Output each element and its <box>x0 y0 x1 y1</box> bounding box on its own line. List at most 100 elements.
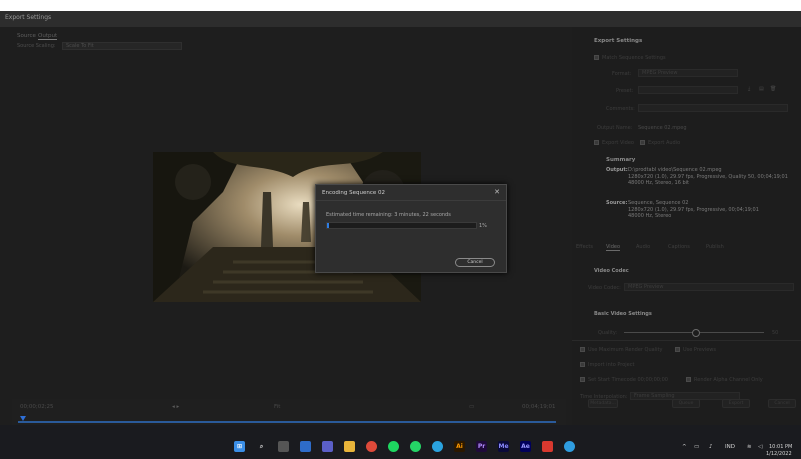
output-name-link[interactable]: Sequence 02.mpeg <box>638 125 687 131</box>
export-settings-heading: Export Settings <box>594 38 643 44</box>
source-line-audio: 48000 Hz, Stereo <box>628 213 672 219</box>
match-sequence-checkbox[interactable] <box>594 55 599 60</box>
language-indicator[interactable]: IND <box>725 444 735 450</box>
tab-output[interactable]: Output <box>38 33 58 40</box>
preset-label: Preset: <box>616 88 634 94</box>
wifi-icon[interactable]: ≋ <box>747 444 752 450</box>
export-video-checkbox[interactable] <box>594 140 599 145</box>
quality-slider-thumb[interactable] <box>692 329 700 337</box>
taskbar: ⊞ ⌕ Ai Pr Me Ae ^ ▭ ♪ IND ≋ ◁ 10:01 PM 1… <box>0 425 801 459</box>
output-name-label: Output Name: <box>597 125 633 131</box>
teams-icon[interactable] <box>322 441 333 452</box>
save-preset-icon[interactable]: ⤓ <box>748 86 750 92</box>
task-view-icon[interactable] <box>278 441 289 452</box>
mark-in-out-icons[interactable]: ◂ ▸ <box>172 404 179 410</box>
basic-video-heading: Basic Video Settings <box>594 311 652 317</box>
tab-effects[interactable]: Effects <box>576 244 593 250</box>
max-render-label: Use Maximum Render Quality <box>588 347 663 353</box>
progress-percent: 1% <box>479 223 487 229</box>
telegram-icon[interactable] <box>432 441 443 452</box>
timecode-end: 00;04;19;01 <box>522 404 556 410</box>
timeline-rail[interactable] <box>18 421 556 423</box>
keyboard-icon[interactable]: ▭ <box>694 444 699 450</box>
dialog-title: Encoding Sequence 02 <box>322 190 385 196</box>
fit-select[interactable]: Fit <box>274 404 280 410</box>
import-project-label: Import into Project <box>588 362 635 368</box>
start-timecode-label: Set Start Timecode 00;00;00;00 <box>588 377 668 383</box>
tab-video[interactable]: Video <box>606 244 621 251</box>
export-video-label: Export Video <box>602 140 634 146</box>
start-icon[interactable]: ⊞ <box>234 441 245 452</box>
summary-output-label: Output: <box>606 167 628 173</box>
export-audio-checkbox[interactable] <box>640 140 645 145</box>
import-project-checkbox[interactable] <box>580 362 585 367</box>
queue-button[interactable]: Queue <box>672 399 700 408</box>
dialog-divider <box>316 200 506 201</box>
summary-source: Source: <box>606 200 627 207</box>
quality-value[interactable]: 50 <box>772 330 778 336</box>
video-codec-label: Video Codec: <box>588 285 621 291</box>
render-alpha-label: Render Alpha Channel Only <box>694 377 763 383</box>
time-remaining-text: Estimated time remaining: 3 minutes, 22 … <box>326 212 451 218</box>
render-alpha-checkbox[interactable] <box>686 377 691 382</box>
match-sequence-label: Match Sequence Settings <box>602 55 666 61</box>
aspect-icon[interactable]: ▭ <box>469 404 474 410</box>
chevron-up-icon[interactable]: ^ <box>682 444 687 450</box>
delete-preset-icon[interactable]: 🗑 <box>770 86 776 92</box>
mic-icon[interactable]: ♪ <box>709 444 713 450</box>
time-text[interactable]: 10:01 PM <box>769 444 792 450</box>
source-scaling-select[interactable]: Scale To Fit <box>62 42 182 50</box>
preset-select[interactable] <box>638 86 738 94</box>
date-text[interactable]: 1/12/2022 <box>766 451 792 457</box>
spotify-icon[interactable] <box>388 441 399 452</box>
whatsapp-icon[interactable] <box>410 441 421 452</box>
search-icon[interactable]: ⌕ <box>256 441 267 452</box>
summary-output: Output: <box>606 167 628 174</box>
top-strip <box>0 0 801 11</box>
summary-output-lines: D:\prodtabl video\Sequence 02.mpeg 1280x… <box>628 167 788 187</box>
summary-heading: Summary <box>606 157 636 163</box>
title-bar: Export Settings <box>0 11 801 28</box>
video-codec-select[interactable]: MPEG Preview <box>624 283 794 291</box>
cancel-export-button[interactable]: Cancel <box>768 399 796 408</box>
tab-publish[interactable]: Publish <box>706 244 724 250</box>
file-explorer-icon[interactable] <box>344 441 355 452</box>
max-render-checkbox[interactable] <box>580 347 585 352</box>
window-title: Export Settings <box>5 14 52 21</box>
tab-source[interactable]: Source <box>17 33 36 39</box>
use-previews-checkbox[interactable] <box>675 347 680 352</box>
close-icon[interactable]: ✕ <box>494 188 500 196</box>
source-scaling-label: Source Scaling: <box>17 43 56 49</box>
quality-label: Quality: <box>598 330 618 336</box>
comments-label: Comments: <box>606 106 635 112</box>
cancel-button[interactable]: Cancel <box>455 258 495 267</box>
export-button[interactable]: Export <box>722 399 750 408</box>
format-select[interactable]: MPEG Preview <box>638 69 738 77</box>
use-previews-label: Use Previews <box>683 347 716 353</box>
after-effects-icon[interactable]: Ae <box>520 441 531 452</box>
comments-input[interactable] <box>638 104 788 112</box>
timecode-start: 00;00;02;25 <box>20 404 54 410</box>
chrome-icon[interactable] <box>366 441 377 452</box>
media-encoder-icon[interactable]: Me <box>498 441 509 452</box>
divider <box>572 340 801 341</box>
tab-audio[interactable]: Audio <box>636 244 650 250</box>
export-audio-label: Export Audio <box>648 140 681 146</box>
summary-source-label: Source: <box>606 200 628 206</box>
illustrator-icon[interactable]: Ai <box>454 441 465 452</box>
video-codec-heading: Video Codec <box>594 268 629 274</box>
premiere-icon[interactable]: Pr <box>476 441 487 452</box>
playhead-icon[interactable] <box>20 416 26 421</box>
metadata-button[interactable]: Metadata... <box>588 399 618 408</box>
timeline-scrubber: 00;00;02;25 ◂ ▸ Fit ▭ 00;04;19;01 <box>12 399 566 425</box>
encoding-progress-bar <box>326 222 477 229</box>
wps-icon[interactable] <box>542 441 553 452</box>
summary-source-lines: Sequence, Sequence 02 1280x720 (1.0), 29… <box>628 200 759 220</box>
start-timecode-checkbox[interactable] <box>580 377 585 382</box>
export-settings-panel: Export Settings Match Sequence Settings … <box>572 27 801 425</box>
tab-captions[interactable]: Captions <box>668 244 690 250</box>
widgets-icon[interactable] <box>300 441 311 452</box>
app-icon[interactable] <box>564 441 575 452</box>
import-preset-icon[interactable]: ▤ <box>759 86 764 92</box>
volume-icon[interactable]: ◁ <box>758 444 762 450</box>
